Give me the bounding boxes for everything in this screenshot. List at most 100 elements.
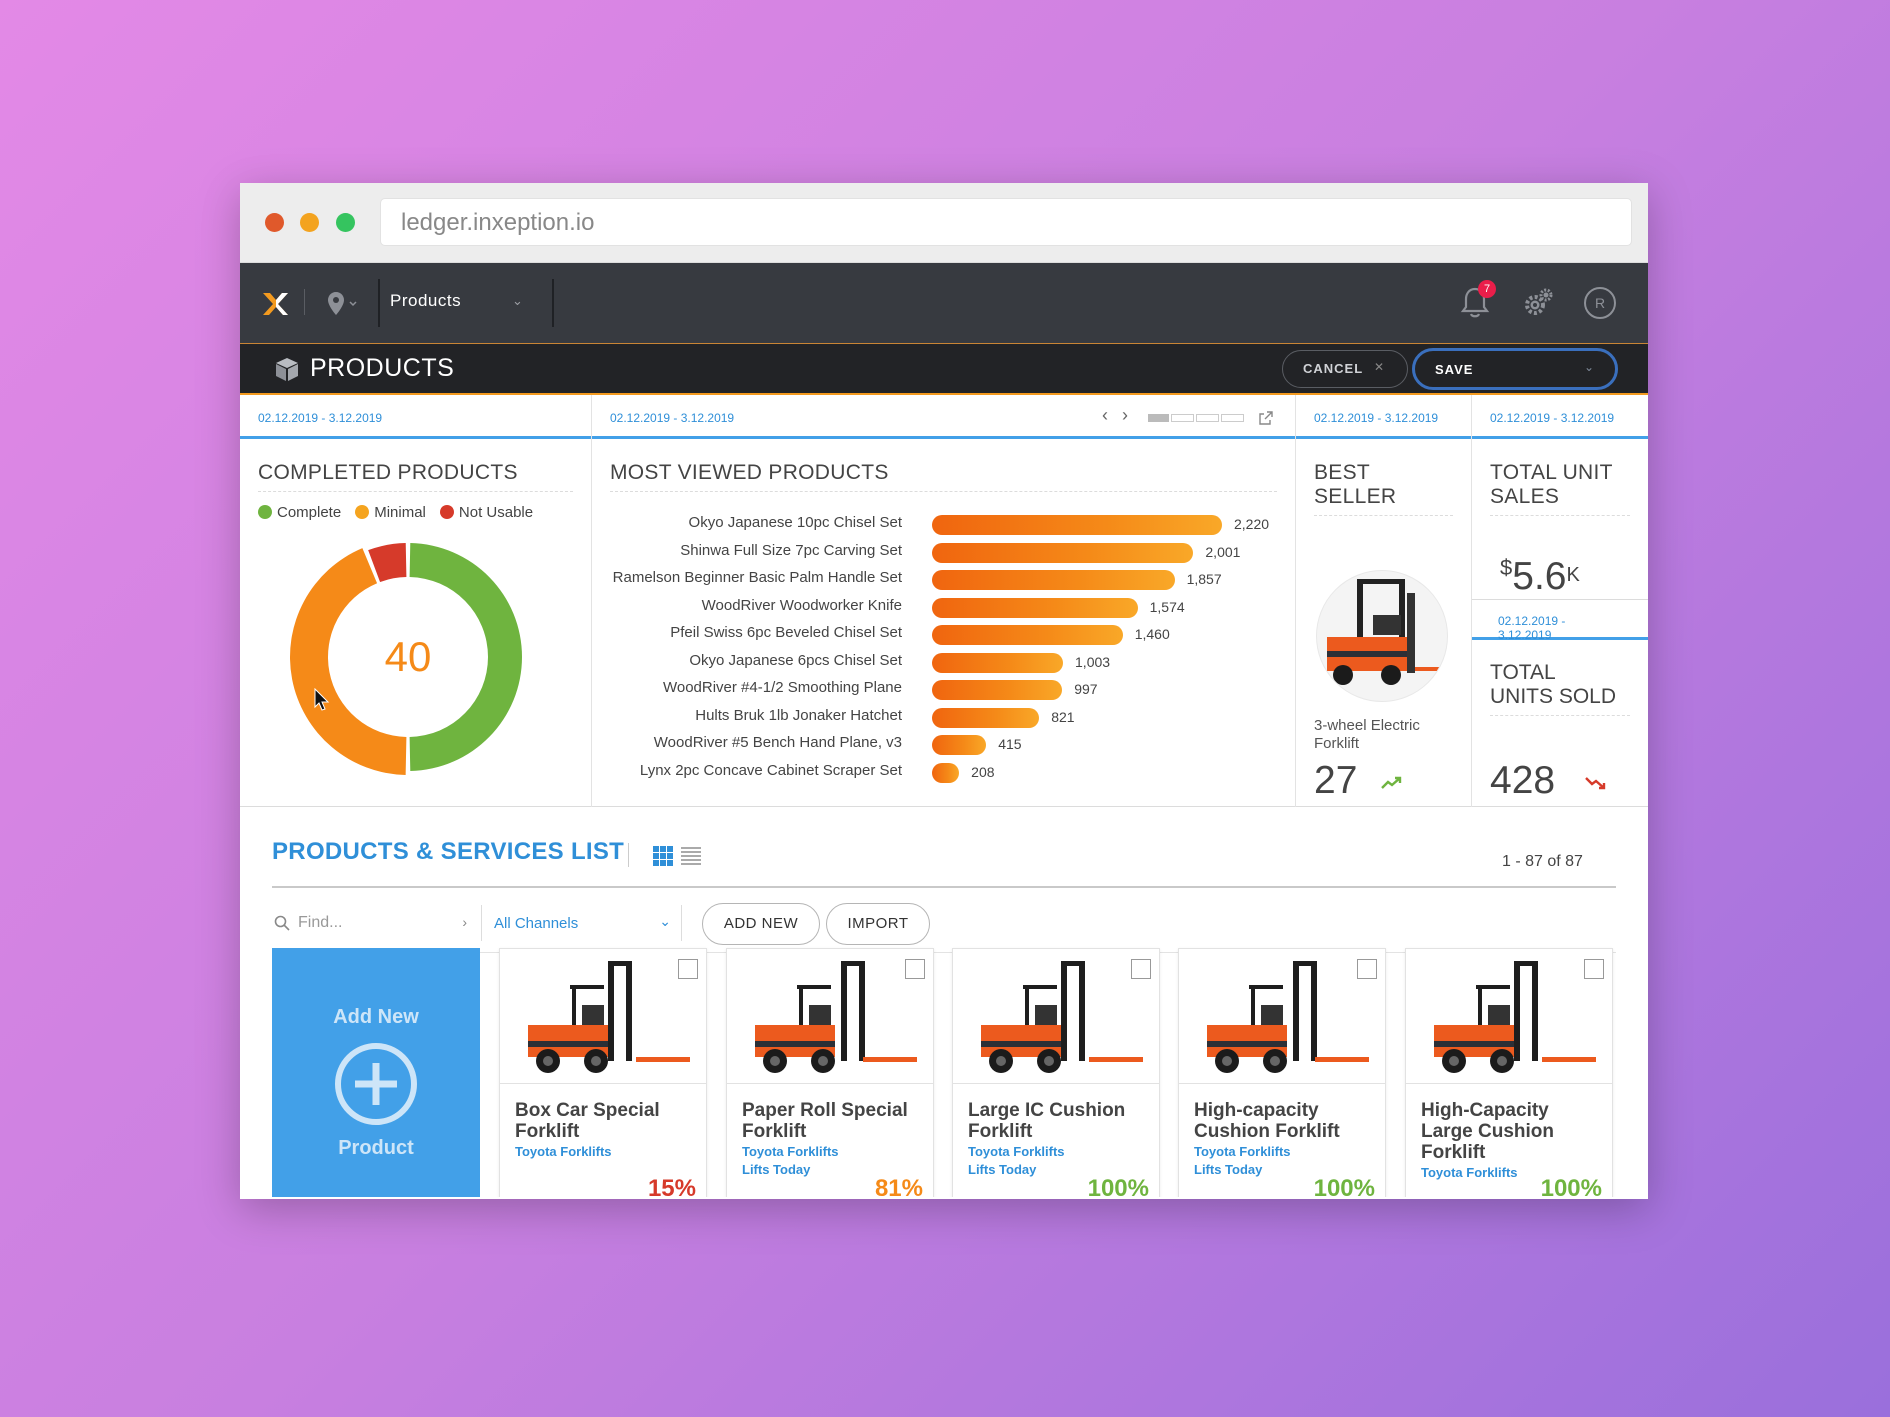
select-checkbox[interactable] <box>678 959 698 979</box>
product-image[interactable] <box>1179 949 1385 1084</box>
bar-row[interactable]: WoodRiver Woodworker Knife 1,574 <box>592 596 1272 618</box>
browser-window: ledger.inxeption.io Products ⌄ 7 R PRODU… <box>240 183 1648 1199</box>
product-card[interactable]: High-Capacity Large Cushion Forklift Toy… <box>1405 948 1613 1199</box>
select-checkbox[interactable] <box>1584 959 1604 979</box>
best-seller-image[interactable] <box>1316 570 1448 702</box>
search-placeholder: Find... <box>298 914 343 931</box>
bar-label: Lynx 2pc Concave Cabinet Scraper Set <box>639 761 902 779</box>
import-button[interactable]: IMPORT <box>826 903 930 945</box>
product-brand[interactable]: Toyota Forklifts <box>742 1144 918 1160</box>
panel-title: TOTAL UNIT SALES <box>1490 461 1630 516</box>
location-pin-icon[interactable] <box>326 291 366 317</box>
plus-circle-icon <box>335 1043 417 1125</box>
user-avatar[interactable]: R <box>1584 287 1616 319</box>
bar-row[interactable]: Lynx 2pc Concave Cabinet Scraper Set 208 <box>592 761 1272 783</box>
close-window-button[interactable] <box>265 213 284 232</box>
product-name[interactable]: High-capacity Cushion Forklift <box>1194 1100 1370 1142</box>
product-brand[interactable]: Toyota Forklifts <box>515 1144 691 1160</box>
chevron-down-icon: ⌄ <box>659 913 671 929</box>
add-new-button[interactable]: ADD NEW <box>702 903 820 945</box>
cancel-button[interactable]: CANCEL ✕ <box>1282 350 1408 388</box>
date-range[interactable]: 02.12.2019 - 3.12.2019 <box>1296 395 1471 439</box>
product-image[interactable] <box>1406 949 1612 1084</box>
product-image[interactable] <box>727 949 933 1084</box>
bar[interactable] <box>932 680 1063 700</box>
pager-indicator[interactable] <box>1148 414 1244 422</box>
date-range[interactable]: 02.12.2019 - 3.12.2019 <box>1472 600 1648 642</box>
product-card[interactable]: High-capacity Cushion Forklift Toyota Fo… <box>1178 948 1386 1199</box>
page-titlebar: PRODUCTS CANCEL ✕ SAVE ⌄ <box>240 343 1648 395</box>
product-brand[interactable]: Toyota Forklifts <box>1194 1144 1370 1160</box>
save-button[interactable]: SAVE ⌄ <box>1412 348 1618 390</box>
minimize-window-button[interactable] <box>300 213 319 232</box>
bar[interactable] <box>932 707 1040 728</box>
chevron-right-icon[interactable]: › <box>1122 405 1128 426</box>
legend-item-not-usable[interactable]: Not Usable <box>439 504 533 521</box>
product-box-icon <box>276 358 298 381</box>
add-new-product-label: Product <box>338 1137 414 1159</box>
dashboard-panels: 02.12.2019 - 3.12.2019 COMPLETED PRODUCT… <box>240 395 1648 807</box>
mouse-cursor-icon <box>314 688 330 711</box>
close-icon: ✕ <box>1373 360 1385 374</box>
bar[interactable] <box>932 515 1222 535</box>
product-card[interactable]: Box Car Special Forklift Toyota Forklift… <box>499 948 707 1199</box>
bar[interactable] <box>932 625 1123 645</box>
product-card[interactable]: Paper Roll Special Forklift Toyota Forkl… <box>726 948 934 1199</box>
bar-value-label: 821 <box>1051 708 1075 725</box>
completed-products-donut-chart: 40 <box>290 543 522 775</box>
product-name[interactable]: Paper Roll Special Forklift <box>742 1100 918 1142</box>
chevron-down-icon[interactable]: ⌄ <box>512 293 523 309</box>
product-name[interactable]: High-Capacity Large Cushion Forklift <box>1421 1100 1597 1163</box>
search-input[interactable]: Find... › <box>272 905 482 941</box>
best-seller-product-name[interactable]: 3-wheel Electric Forklift <box>1314 717 1454 753</box>
date-range[interactable]: 02.12.2019 - 3.12.2019 <box>240 395 591 439</box>
chevron-left-icon[interactable]: ‹ <box>1102 405 1108 426</box>
bar-row[interactable]: Ramelson Beginner Basic Palm Handle Set 1… <box>592 568 1272 590</box>
product-brand[interactable]: Toyota Forklifts <box>968 1144 1144 1160</box>
chevron-down-icon[interactable]: ⌄ <box>1584 360 1595 374</box>
bar[interactable] <box>932 762 960 783</box>
inxeption-logo-icon[interactable] <box>260 289 290 319</box>
most-viewed-bar-chart: Okyo Japanese 10pc Chisel Set 2,220 Shinwa… <box>592 513 1296 793</box>
select-checkbox[interactable] <box>1131 959 1151 979</box>
date-range[interactable]: 02.12.2019 - 3.12.2019 <box>1472 395 1648 439</box>
panel-title: MOST VIEWED PRODUCTS <box>610 461 1277 492</box>
bar[interactable] <box>932 597 1138 618</box>
product-image[interactable] <box>500 949 706 1084</box>
add-new-product-card[interactable]: Add New Product <box>272 948 480 1199</box>
bar-row[interactable]: WoodRiver #4-1/2 Smoothing Plane 997 <box>592 678 1272 700</box>
section-dropdown-label[interactable]: Products <box>390 291 461 311</box>
bar-row[interactable]: Shinwa Full Size 7pc Carving Set 2,001 <box>592 541 1272 563</box>
bar-row[interactable]: Pfeil Swiss 6pc Beveled Chisel Set 1,460 <box>592 623 1272 645</box>
bar-label: Okyo Japanese 10pc Chisel Set <box>688 514 902 531</box>
bar-row[interactable]: Okyo Japanese 6pcs Chisel Set 1,003 <box>592 651 1272 673</box>
select-checkbox[interactable] <box>905 959 925 979</box>
bar[interactable] <box>932 570 1175 590</box>
address-bar[interactable]: ledger.inxeption.io <box>380 198 1632 246</box>
save-button-label: SAVE <box>1435 362 1474 377</box>
bar-row[interactable]: Hults Bruk 1lb Jonaker Hatchet 821 <box>592 706 1272 728</box>
bar-row[interactable]: WoodRiver #5 Bench Hand Plane, v3 415 <box>592 733 1272 755</box>
list-view-icon[interactable] <box>681 846 701 866</box>
bar[interactable] <box>932 542 1194 563</box>
bar[interactable] <box>932 735 987 755</box>
product-name[interactable]: Large IC Cushion Forklift <box>968 1100 1144 1142</box>
grid-view-icon[interactable] <box>653 846 673 866</box>
completeness-percent: 100% <box>1087 1175 1149 1199</box>
chevron-right-icon[interactable]: › <box>462 914 467 930</box>
bar-label: WoodRiver Woodworker Knife <box>701 596 902 614</box>
product-image[interactable] <box>953 949 1159 1084</box>
select-checkbox[interactable] <box>1357 959 1377 979</box>
bar-row[interactable]: Okyo Japanese 10pc Chisel Set 2,220 <box>592 513 1272 535</box>
forklift-icon <box>1327 579 1445 685</box>
bar[interactable] <box>932 652 1064 673</box>
product-card[interactable]: Large IC Cushion Forklift Toyota Forklif… <box>952 948 1160 1199</box>
legend-item-complete[interactable]: Complete <box>258 504 341 521</box>
channel-select[interactable]: All Channels ⌄ <box>492 905 682 941</box>
product-name[interactable]: Box Car Special Forklift <box>515 1100 691 1142</box>
maximize-window-button[interactable] <box>336 213 355 232</box>
settings-gear-icon[interactable] <box>1522 287 1554 319</box>
title-divider <box>628 843 629 867</box>
external-link-icon[interactable] <box>1258 410 1274 426</box>
legend-item-minimal[interactable]: Minimal <box>355 504 426 521</box>
